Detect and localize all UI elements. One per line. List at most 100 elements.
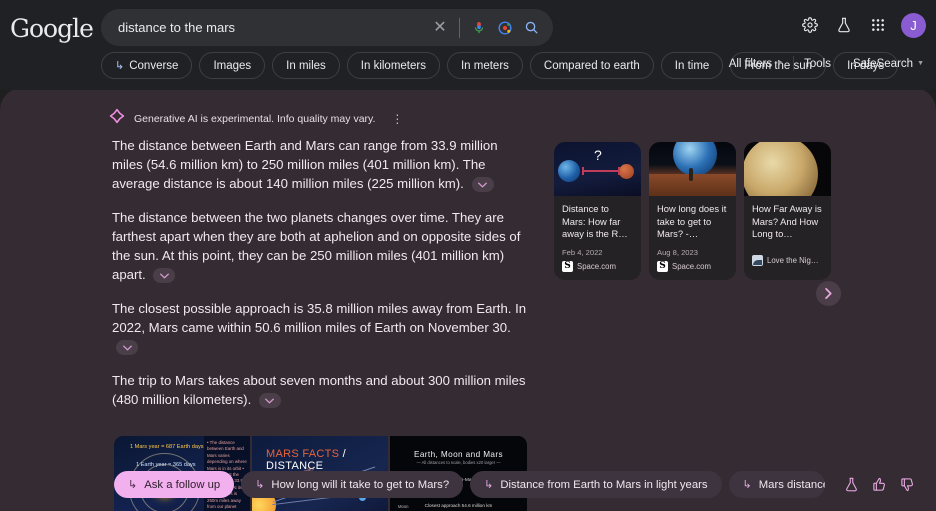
more-options-icon[interactable]: ⋮: [391, 113, 403, 125]
chip-label: In meters: [460, 59, 509, 72]
thumb-caption: 1 Mars year = 687 Earth days: [130, 444, 204, 450]
mars-icon: [619, 164, 634, 179]
google-logo[interactable]: Google: [10, 14, 94, 43]
followup-label: Ask a follow up: [144, 478, 221, 491]
search-tools: All filters ▼ Tools SafeSearch ▼: [729, 56, 924, 71]
tools-label: Tools: [804, 57, 831, 70]
chip-images[interactable]: Images: [199, 52, 266, 79]
followup-arrow-icon: ↳: [742, 479, 752, 491]
earth-icon: [673, 142, 717, 176]
thumbs-up-icon[interactable]: [872, 477, 887, 492]
love-the-night-sky-favicon: [752, 254, 763, 266]
chip-label: Converse: [129, 59, 179, 72]
avatar[interactable]: J: [901, 12, 926, 38]
search-header: Google ✕: [0, 0, 936, 90]
chevron-down-icon: ▼: [776, 60, 784, 67]
feedback-actions: [844, 477, 915, 492]
ai-paragraph-text: The trip to Mars takes about seven month…: [112, 373, 526, 407]
ai-paragraph-text: The closest possible approach is 35.8 mi…: [112, 301, 527, 335]
thumb-subheading: — All distances to scale, bodies x20 lar…: [416, 460, 501, 465]
card-source: S Space.com: [657, 260, 728, 272]
thumb-caption: 1 Earth year = 365 days: [136, 462, 196, 468]
header-actions: J: [795, 10, 926, 40]
labs-flask-icon[interactable]: [844, 477, 859, 492]
followup-bar: ↳ Ask a follow up ↳ How long will it tak…: [0, 471, 936, 498]
thumb-title-a: MARS FACTS: [266, 448, 340, 460]
safesearch-button[interactable]: SafeSearch ▼: [853, 58, 924, 70]
gear-icon[interactable]: [795, 10, 825, 40]
ai-paragraph: The distance between the two planets cha…: [112, 208, 527, 284]
ai-disclaimer-text: Generative AI is experimental. Info qual…: [134, 112, 376, 125]
source-card[interactable]: How Far Away is Mars? And How Long to… L…: [744, 142, 831, 280]
search-bar: ✕: [101, 9, 553, 46]
astronaut-figure: [689, 168, 693, 181]
ai-paragraph: The trip to Mars takes about seven month…: [112, 371, 527, 409]
card-source: S Space.com: [562, 260, 633, 272]
earth-icon: [558, 160, 580, 182]
all-filters-button[interactable]: All filters ▼: [729, 58, 783, 70]
followup-label: Mars distance from the Sun: [758, 478, 825, 491]
followup-arrow-icon: ↳: [484, 479, 494, 491]
card-thumbnail: [744, 142, 831, 196]
chip-converse[interactable]: ↳ Converse: [101, 52, 193, 79]
card-thumbnail: [649, 142, 736, 196]
search-submit-icon[interactable]: [518, 15, 544, 41]
distance-bar-icon: [582, 167, 620, 175]
question-mark-icon: ?: [594, 147, 602, 163]
source-card[interactable]: How long does it take to get to Mars? -……: [649, 142, 736, 280]
chip-in-miles[interactable]: In miles: [272, 52, 340, 79]
chip-label: In time: [674, 59, 710, 72]
source-card[interactable]: ? Distance to Mars: How far away is the …: [554, 142, 641, 280]
followup-label: Distance from Earth to Mars in light yea…: [500, 478, 708, 491]
thumbs-down-icon[interactable]: [900, 477, 915, 492]
card-body: How long does it take to get to Mars? -……: [649, 196, 736, 280]
microphone-icon[interactable]: [466, 15, 492, 41]
card-date: Aug 8, 2023: [657, 247, 698, 257]
tools-divider: [793, 56, 795, 71]
search-divider: [459, 17, 460, 38]
tools-button[interactable]: Tools: [804, 58, 831, 70]
carousel-next-button[interactable]: [816, 281, 841, 306]
followup-arrow-icon: ↳: [128, 479, 138, 491]
card-source: Love the Nig…: [752, 254, 823, 266]
labs-flask-icon[interactable]: [829, 10, 859, 40]
chevron-right-icon: [825, 288, 832, 299]
mars-icon: [744, 142, 818, 196]
converse-arrow-icon: ↳: [115, 60, 125, 72]
search-input[interactable]: [101, 20, 427, 35]
followup-suggestion[interactable]: ↳ How long will it take to get to Mars?: [241, 471, 464, 498]
chip-in-time[interactable]: In time: [660, 52, 724, 79]
followup-arrow-icon: ↳: [255, 479, 265, 491]
chip-label: In kilometers: [360, 59, 426, 72]
card-body: How Far Away is Mars? And How Long to… L…: [744, 196, 831, 274]
space-com-favicon: S: [657, 260, 668, 272]
ai-answer-body: The distance between Earth and Mars can …: [112, 136, 527, 424]
card-thumbnail: ?: [554, 142, 641, 196]
clear-search-icon[interactable]: ✕: [427, 15, 453, 41]
google-lens-icon[interactable]: [492, 15, 518, 41]
chip-in-meters[interactable]: In meters: [446, 52, 523, 79]
chevron-down-icon: ▼: [917, 60, 924, 67]
ask-followup-button[interactable]: ↳ Ask a follow up: [114, 471, 235, 498]
card-source-name: Love the Nig…: [767, 255, 819, 265]
expand-paragraph-button[interactable]: [116, 340, 138, 356]
card-source-name: Space.com: [672, 261, 712, 271]
sparkle-icon: [109, 108, 125, 129]
chip-compared-to-earth[interactable]: Compared to earth: [529, 52, 654, 79]
source-card-carousel: ? Distance to Mars: How far away is the …: [554, 142, 831, 280]
apps-grid-icon[interactable]: [863, 10, 893, 40]
followup-suggestion[interactable]: ↳ Mars distance from the Sun: [728, 471, 825, 498]
space-com-favicon: S: [562, 260, 573, 272]
card-body: Distance to Mars: How far away is the R……: [554, 196, 641, 280]
chip-label: Compared to earth: [543, 59, 640, 72]
expand-paragraph-button[interactable]: [258, 393, 281, 409]
thumb-bottom-text: Closest approach 54.6 million km: [424, 503, 493, 508]
ai-disclaimer: Generative AI is experimental. Info qual…: [109, 108, 403, 129]
followup-suggestion[interactable]: ↳ Distance from Earth to Mars in light y…: [470, 471, 722, 498]
expand-paragraph-button[interactable]: [471, 177, 494, 193]
ai-paragraph-text: The distance between Earth and Mars can …: [112, 138, 498, 191]
card-title: Distance to Mars: How far away is the R…: [562, 203, 628, 240]
expand-paragraph-button[interactable]: [153, 268, 176, 284]
chip-label: Images: [213, 59, 252, 72]
chip-in-kilometers[interactable]: In kilometers: [346, 52, 440, 79]
